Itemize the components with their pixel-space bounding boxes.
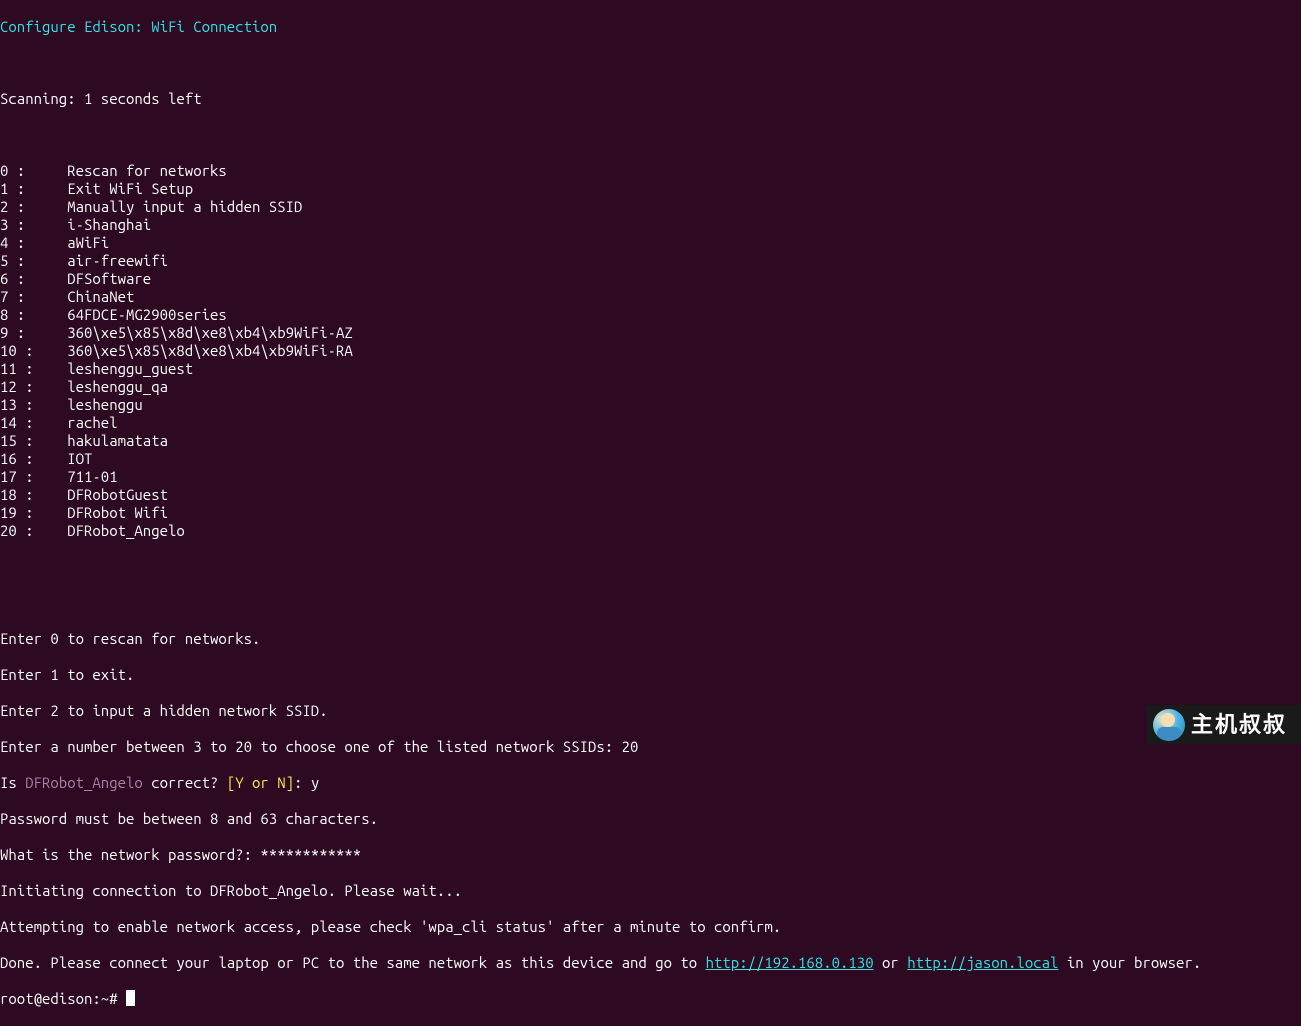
network-option: 13 : leshenggu (0, 396, 1301, 414)
blank-line (0, 54, 1301, 72)
password-prompt: What is the network password?: *********… (0, 846, 1301, 864)
shell-prompt[interactable]: root@edison:~# (0, 990, 1301, 1008)
watermark-text: 主机叔叔 (1191, 716, 1287, 734)
terminal-output[interactable]: Configure Edison: WiFi Connection Scanni… (0, 0, 1301, 1026)
network-option: 14 : rachel (0, 414, 1301, 432)
network-option: 16 : IOT (0, 450, 1301, 468)
network-option: 9 : 360\xe5\x85\x8d\xe8\xb4\xb9WiFi-AZ (0, 324, 1301, 342)
network-option: 2 : Manually input a hidden SSID (0, 198, 1301, 216)
network-option: 4 : aWiFi (0, 234, 1301, 252)
prompt-hidden: Enter 2 to input a hidden network SSID. (0, 702, 1301, 720)
cursor-icon (126, 990, 135, 1006)
prompt-exit: Enter 1 to exit. (0, 666, 1301, 684)
network-option: 6 : DFSoftware (0, 270, 1301, 288)
network-option: 20 : DFRobot_Angelo (0, 522, 1301, 540)
attempting-msg: Attempting to enable network access, ple… (0, 918, 1301, 936)
yn-hint: [Y or N] (227, 774, 294, 791)
initiating-msg: Initiating connection to DFRobot_Angelo.… (0, 882, 1301, 900)
network-option: 12 : leshenggu_qa (0, 378, 1301, 396)
prompt-confirm: Is DFRobot_Angelo correct? [Y or N]: y (0, 774, 1301, 792)
network-option: 0 : Rescan for networks (0, 162, 1301, 180)
watermark-avatar-icon (1153, 709, 1185, 741)
network-option: 11 : leshenggu_guest (0, 360, 1301, 378)
network-option: 3 : i-Shanghai (0, 216, 1301, 234)
blank-line (0, 594, 1301, 612)
network-option: 1 : Exit WiFi Setup (0, 180, 1301, 198)
url-local-link[interactable]: http://jason.local (907, 954, 1058, 971)
watermark-badge: 主机叔叔 (1147, 705, 1301, 744)
network-option: 7 : ChinaNet (0, 288, 1301, 306)
network-option: 17 : 711-01 (0, 468, 1301, 486)
config-header: Configure Edison: WiFi Connection (0, 18, 1301, 36)
network-option: 10 : 360\xe5\x85\x8d\xe8\xb4\xb9WiFi-RA (0, 342, 1301, 360)
prompt-rescan: Enter 0 to rescan for networks. (0, 630, 1301, 648)
selected-ssid: DFRobot_Angelo (25, 774, 143, 791)
network-option: 5 : air-freewifi (0, 252, 1301, 270)
prompt-choose: Enter a number between 3 to 20 to choose… (0, 738, 1301, 756)
blank-line (0, 126, 1301, 144)
password-length: Password must be between 8 and 63 charac… (0, 810, 1301, 828)
done-msg: Done. Please connect your laptop or PC t… (0, 954, 1301, 972)
network-option: 18 : DFRobotGuest (0, 486, 1301, 504)
network-option: 8 : 64FDCE-MG2900series (0, 306, 1301, 324)
scanning-status: Scanning: 1 seconds left (0, 90, 1301, 108)
network-option: 19 : DFRobot Wifi (0, 504, 1301, 522)
blank-line (0, 558, 1301, 576)
url-ip-link[interactable]: http://192.168.0.130 (706, 954, 874, 971)
network-option: 15 : hakulamatata (0, 432, 1301, 450)
